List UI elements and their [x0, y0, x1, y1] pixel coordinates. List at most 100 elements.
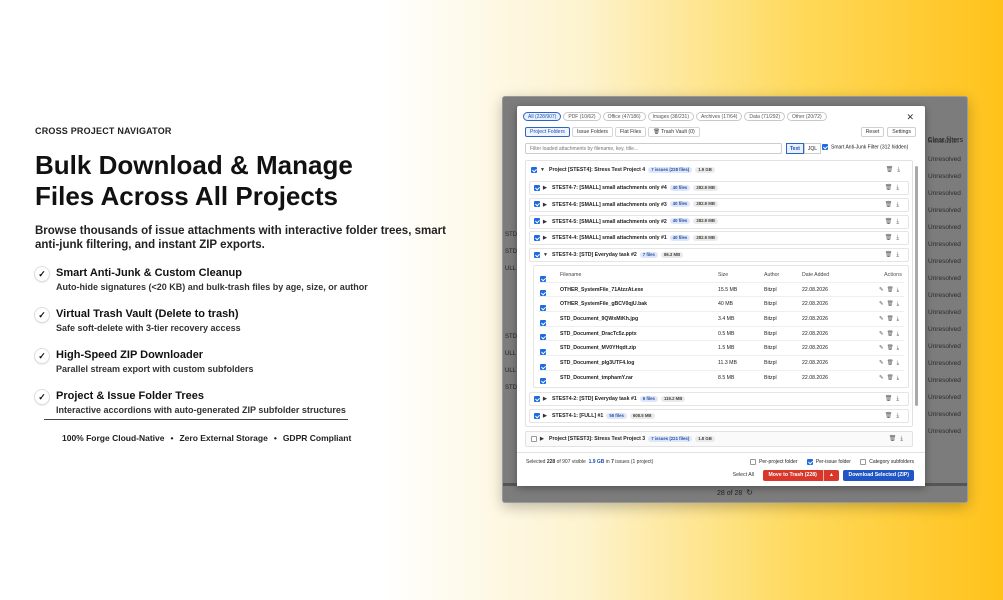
select-all-button[interactable]: Select All: [728, 470, 759, 481]
trash-icon[interactable]: 🗑: [885, 235, 897, 241]
filter-input[interactable]: [525, 143, 782, 154]
type-filter-all[interactable]: All (228/907): [523, 112, 562, 121]
trash-icon[interactable]: 🗑: [885, 396, 897, 402]
file-checkbox[interactable]: [540, 378, 546, 385]
file-row[interactable]: STD_Document_pIg3UTF4.log 11.3 MB Bitzpl 22…: [538, 356, 904, 371]
download-icon[interactable]: ⤓: [897, 360, 902, 366]
tab-project-folders[interactable]: Project Folders: [525, 127, 570, 137]
caret-down-icon[interactable]: ▼: [543, 249, 550, 261]
issue-row[interactable]: ▶ STEST4-4: [SMALL] small attachments onl…: [529, 231, 909, 246]
file-row[interactable]: OTHER_SystemFile_71AtzzAt.exe 15.5 MB Bitz…: [538, 283, 904, 298]
caret-right-icon[interactable]: ▶: [540, 432, 547, 446]
trash-icon[interactable]: 🗑: [885, 202, 897, 208]
edit-icon[interactable]: ✎: [879, 360, 887, 366]
trash-icon[interactable]: 🗑: [887, 331, 897, 337]
opt-category[interactable]: Category subfolders: [860, 459, 914, 465]
col-filename[interactable]: Filename: [560, 268, 581, 283]
category-checkbox[interactable]: [860, 459, 867, 465]
download-icon[interactable]: ⤓: [900, 436, 907, 442]
project-checkbox[interactable]: [531, 166, 537, 173]
caret-right-icon[interactable]: ▶: [543, 182, 550, 194]
caret-right-icon[interactable]: ▶: [543, 199, 550, 211]
caret-right-icon[interactable]: ▶: [543, 393, 550, 405]
download-icon[interactable]: ⤓: [896, 202, 903, 208]
move-to-trash-button[interactable]: Move to Trash (228) ▲: [763, 470, 840, 481]
download-icon[interactable]: ⤓: [896, 413, 903, 419]
issue-row[interactable]: ▶ STEST4-6: [SMALL] small attachments onl…: [529, 197, 909, 212]
edit-icon[interactable]: ✎: [879, 287, 887, 293]
chevron-up-icon[interactable]: ▲: [822, 470, 834, 481]
antijunk-toggle[interactable]: Smart Anti-Junk Filter (312 hidden): [822, 144, 908, 150]
file-checkbox[interactable]: [540, 304, 546, 311]
trash-icon[interactable]: 🗑: [885, 185, 897, 191]
type-filter-pdf[interactable]: PDF (10/62): [563, 112, 601, 121]
antijunk-checkbox[interactable]: [822, 144, 828, 150]
type-filter-archives[interactable]: Archives (17/64): [696, 112, 743, 121]
vertical-scrollbar[interactable]: [915, 166, 918, 406]
trash-icon[interactable]: 🗑: [887, 345, 897, 351]
trash-icon[interactable]: 🗑: [887, 316, 897, 322]
file-row[interactable]: STD_Document_MV0YHqdt.zip 1.5 MB Bitzpl 22.…: [538, 341, 904, 357]
tab-trash-vault[interactable]: 🗑 Trash Vault (0): [648, 127, 700, 137]
issue-checkbox[interactable]: [534, 218, 540, 225]
issue-row[interactable]: ▶ STEST4-1: [FULL] #1 55 files 608.5 MB 🗑⤓: [529, 409, 909, 424]
trash-icon[interactable]: 🗑: [885, 252, 897, 258]
trash-icon[interactable]: 🗑: [887, 360, 897, 366]
download-icon[interactable]: ⤓: [896, 219, 903, 225]
issue-checkbox[interactable]: [534, 251, 540, 258]
download-icon[interactable]: ⤓: [896, 396, 903, 402]
download-icon[interactable]: ⤓: [897, 287, 902, 293]
refresh-icon[interactable]: ↻: [746, 488, 753, 497]
issue-checkbox[interactable]: [534, 184, 540, 191]
download-icon[interactable]: ⤓: [897, 301, 902, 307]
file-checkbox[interactable]: [540, 319, 546, 326]
issue-row[interactable]: ▶ STEST4-2: [STD] Everyday task #1 6 files…: [529, 392, 909, 407]
download-icon[interactable]: ⤓: [896, 235, 903, 241]
issue-row[interactable]: ▶ STEST4-7: [SMALL] small attachments onl…: [529, 181, 909, 195]
col-date[interactable]: Date Added: [802, 268, 829, 283]
caret-right-icon[interactable]: ▶: [543, 216, 550, 228]
type-filter-other[interactable]: Other (20/72): [786, 112, 827, 121]
download-icon[interactable]: ⤓: [896, 252, 903, 258]
download-zip-button[interactable]: Download Selected (ZIP): [843, 470, 914, 481]
type-filter-images[interactable]: Images (38/231): [647, 112, 694, 121]
trash-icon[interactable]: 🗑: [887, 287, 897, 293]
download-icon[interactable]: ⤓: [897, 167, 904, 173]
download-icon[interactable]: ⤓: [897, 331, 902, 337]
per-project-checkbox[interactable]: [750, 459, 757, 465]
file-checkbox[interactable]: [540, 290, 546, 297]
issue-checkbox[interactable]: [534, 235, 540, 242]
close-icon[interactable]: ✕: [906, 112, 914, 123]
edit-icon[interactable]: ✎: [879, 316, 887, 322]
opt-per-project[interactable]: Per-project folder: [750, 459, 797, 465]
reset-button[interactable]: Reset: [860, 127, 885, 137]
download-icon[interactable]: ⤓: [897, 345, 902, 351]
header-checkbox[interactable]: [540, 275, 546, 282]
file-checkbox[interactable]: [540, 349, 546, 356]
caret-right-icon[interactable]: ▶: [543, 232, 550, 244]
trash-icon[interactable]: 🗑: [887, 375, 897, 381]
file-row[interactable]: OTHER_SystemFile_gBCV0qjU.bak 40 MB Bitzpl…: [538, 297, 904, 313]
trash-icon[interactable]: 🗑: [887, 301, 897, 307]
file-row[interactable]: STD_Document_tmphamY.rar 8.5 MB Bitzpl 22.0…: [538, 371, 904, 386]
trash-icon[interactable]: 🗑: [885, 219, 897, 225]
col-author[interactable]: Author: [764, 268, 779, 283]
mode-jql-button[interactable]: JQL: [803, 143, 822, 154]
download-icon[interactable]: ⤓: [897, 316, 902, 322]
opt-per-issue[interactable]: Per-issue folder: [806, 459, 851, 465]
tab-issue-folders[interactable]: Issue Folders: [571, 127, 614, 137]
file-row[interactable]: STD_Document_9QWxMiKh.jpg 3.4 MB Bitzpl 22.…: [538, 312, 904, 327]
trash-icon[interactable]: 🗑: [889, 436, 901, 442]
file-row[interactable]: STD_Document_DracTc5z.pptx 0.5 MB Bitzpl 22…: [538, 327, 904, 342]
col-size[interactable]: Size: [718, 268, 728, 283]
edit-icon[interactable]: ✎: [879, 301, 887, 307]
trash-icon[interactable]: 🗑: [885, 413, 897, 419]
file-checkbox[interactable]: [540, 334, 546, 341]
issue-row[interactable]: ▶ STEST4-5: [SMALL] small attachments onl…: [529, 214, 909, 229]
issue-checkbox[interactable]: [534, 396, 540, 403]
issue-checkbox[interactable]: [534, 201, 540, 208]
type-filter-data[interactable]: Data (71/292): [744, 112, 785, 121]
edit-icon[interactable]: ✎: [879, 375, 887, 381]
file-checkbox[interactable]: [540, 363, 546, 370]
mode-text-button[interactable]: Text: [786, 143, 804, 154]
